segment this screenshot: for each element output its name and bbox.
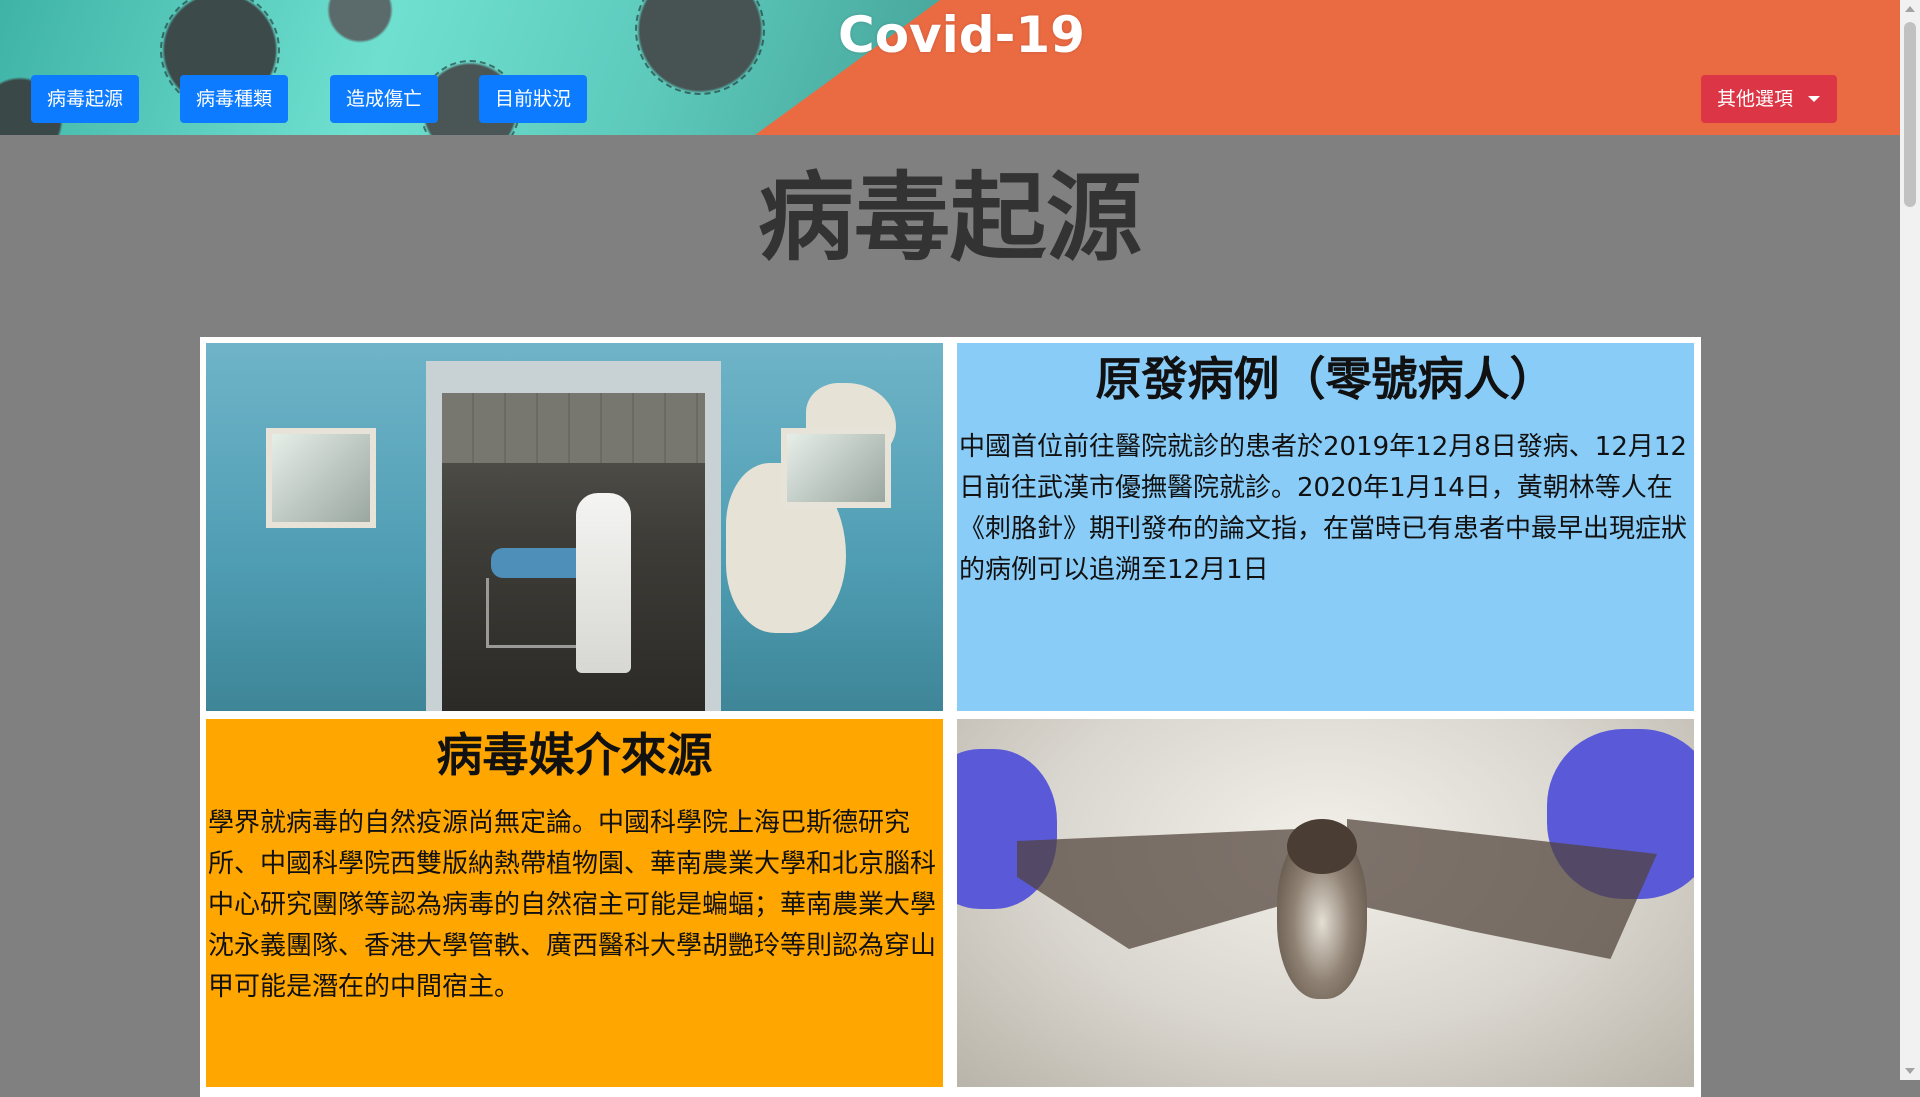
more-options-dropdown[interactable]: 其他選項 <box>1701 75 1837 123</box>
content-grid: 原發病例（零號病人） 中國首位前往醫院就診的患者於2019年12月8日發病、12… <box>200 337 1701 1097</box>
nav-casualties-button[interactable]: 造成傷亡 <box>330 75 439 123</box>
scroll-up-icon[interactable] <box>1905 6 1915 12</box>
bat-photo <box>957 719 1694 1087</box>
vertical-scrollbar[interactable] <box>1900 0 1920 1080</box>
patient-zero-card: 原發病例（零號病人） 中國首位前往醫院就診的患者於2019年12月8日發病、12… <box>957 343 1694 711</box>
patient-zero-text: 中國首位前往醫院就診的患者於2019年12月8日發病、12月12日前往武漢市優撫… <box>959 432 1688 585</box>
vector-source-card: 病毒媒介來源 學界就病毒的自然疫源尚無定論。中國科學院上海巴斯德研究所、中國科學… <box>206 719 943 1087</box>
vector-source-text: 學界就病毒的自然疫源尚無定論。中國科學院上海巴斯德研究所、中國科學院西雙版納熱帶… <box>208 808 937 1002</box>
nav-current-status-button[interactable]: 目前狀況 <box>479 75 588 123</box>
site-header: Covid-19 病毒起源 病毒種類 造成傷亡 目前狀況 其他選項 <box>0 0 1900 135</box>
caret-down-icon <box>1808 96 1820 102</box>
dropdown-label: 其他選項 <box>1717 88 1794 110</box>
patient-zero-heading: 原發病例（零號病人） <box>1095 352 1556 406</box>
scroll-thumb[interactable] <box>1904 22 1916 207</box>
page-title: 病毒起源 <box>758 162 1142 274</box>
nav-virus-origin-button[interactable]: 病毒起源 <box>31 75 140 123</box>
hospital-photo <box>206 343 943 711</box>
vector-source-heading: 病毒媒介來源 <box>436 728 713 782</box>
scroll-down-icon[interactable] <box>1905 1068 1915 1074</box>
nav-virus-types-button[interactable]: 病毒種類 <box>180 75 289 123</box>
site-title: Covid-19 <box>838 6 1085 64</box>
